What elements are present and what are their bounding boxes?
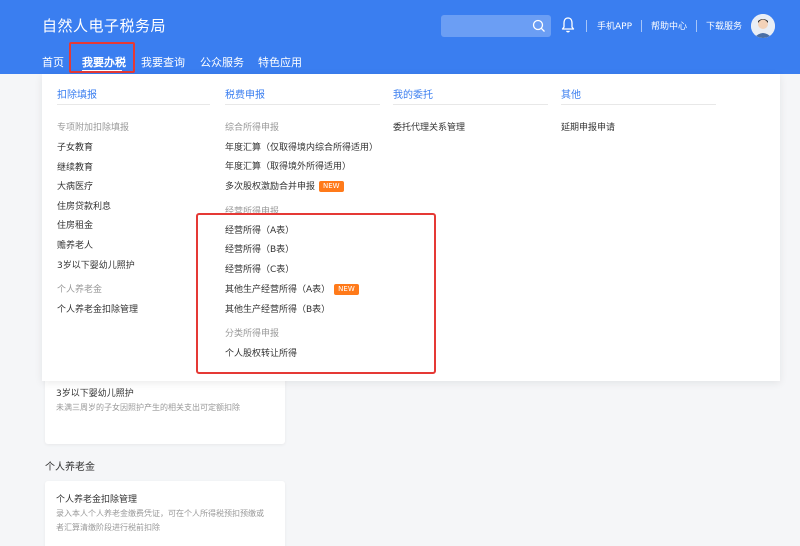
help-center-link[interactable]: 帮助中心 [651,19,687,32]
col-header-other: 其他 [561,90,581,101]
col-divider [57,104,210,105]
menu-item-label: 多次股权激励合并申报 [225,182,316,192]
col-header-tax-filing: 税费申报 [225,90,265,101]
nav-query[interactable]: 我要查询 [141,54,185,70]
col-header-deduction: 扣除填报 [57,90,97,101]
card-infant-care-desc: 未满三周岁的子女因照护产生的相关支出可定额扣除 [56,403,240,412]
menu-item-deferred-filing[interactable]: 延期申报申请 [561,120,615,133]
menu-item-elderly-support[interactable]: 赡养老人 [57,238,93,251]
menu-item-infant-care[interactable]: 3岁以下婴幼儿照护 [57,258,135,271]
col-divider [393,104,548,105]
group-title-special-deduction: 专项附加扣除填报 [57,123,130,133]
group-title-comprehensive-income: 综合所得申报 [225,123,280,133]
mobile-app-link[interactable]: 手机APP [597,19,632,32]
menu-item-annual-settlement-overseas[interactable]: 年度汇算（取得境外所得适用） [225,159,351,172]
header-divider [696,20,697,32]
menu-item-delegation-management[interactable]: 委托代理关系管理 [393,120,465,133]
col-divider [225,104,380,105]
menu-item-serious-illness[interactable]: 大病医疗 [57,179,93,192]
menu-item-continuing-education[interactable]: 继续教育 [57,160,93,173]
header-divider [586,20,587,32]
card-infant-care-title: 3岁以下婴幼儿照护 [56,389,134,399]
nav-home[interactable]: 首页 [42,54,64,70]
new-badge: NEW [319,181,344,192]
header-divider [641,20,642,32]
nav-highlight-annotation [69,42,135,73]
col-header-my-delegation: 我的委托 [393,90,433,101]
menu-item-housing-rent[interactable]: 住房租金 [57,218,93,231]
download-service-link[interactable]: 下载服务 [706,19,742,32]
card-pension-deduction-title: 个人养老金扣除管理 [56,495,138,505]
notification-bell-icon[interactable] [560,16,576,34]
menu-item-pension-deduction[interactable]: 个人养老金扣除管理 [57,302,138,315]
user-avatar-icon [751,14,775,38]
search-icon[interactable] [531,18,547,34]
business-income-highlight-annotation [196,213,436,374]
nav-public-service[interactable]: 公众服务 [200,54,244,70]
menu-item-equity-incentive-filing[interactable]: 多次股权激励合并申报 NEW [225,179,344,192]
search-input[interactable] [441,15,551,37]
top-header: 自然人电子税务局 手机APP 帮助中心 下载服务 首页 我要办税 我要查询 公众… [0,0,800,74]
card-pension-deduction-desc: 录入本人个人养老金缴费凭证，可在个人所得税预扣预缴或者汇算清缴阶段进行税前扣除 [56,509,264,532]
menu-item-annual-settlement-domestic[interactable]: 年度汇算（仅取得境内综合所得适用） [225,140,378,153]
menu-item-child-education[interactable]: 子女教育 [57,140,93,153]
menu-item-mortgage-interest[interactable]: 住房贷款利息 [57,199,111,212]
section-personal-pension: 个人养老金 [45,462,95,473]
user-avatar[interactable] [751,14,775,38]
site-logo-title[interactable]: 自然人电子税务局 [42,15,166,36]
col-divider [561,104,716,105]
group-title-personal-pension: 个人养老金 [57,285,103,295]
nav-featured-apps[interactable]: 特色应用 [258,54,302,70]
